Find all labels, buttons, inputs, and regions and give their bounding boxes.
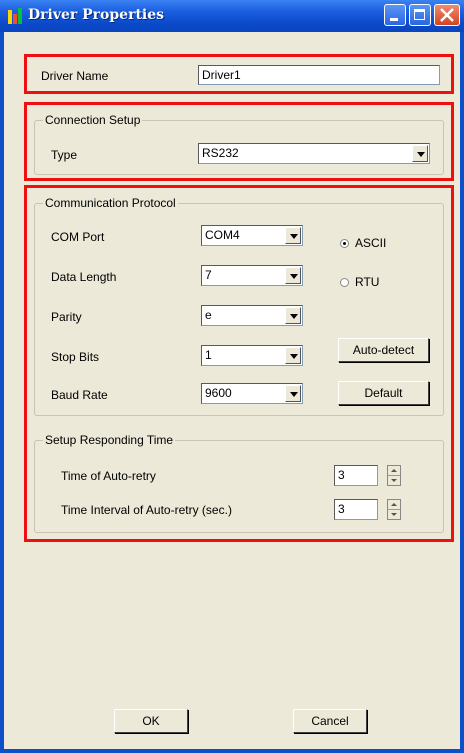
chevron-down-icon[interactable]	[285, 227, 301, 244]
chevron-down-icon[interactable]	[285, 267, 301, 284]
mode-rtu-radio[interactable]: RTU	[340, 275, 379, 289]
spin-down-icon[interactable]	[388, 476, 400, 485]
title-bar[interactable]: Driver Properties	[0, 0, 464, 32]
retry-interval-label: Time Interval of Auto-retry (sec.)	[61, 503, 232, 517]
close-button[interactable]	[434, 4, 460, 26]
baud-rate-label: Baud Rate	[51, 388, 108, 402]
cancel-button[interactable]: Cancel	[293, 709, 367, 733]
communication-section: Communication Protocol COM Port COM4 Dat…	[24, 185, 454, 542]
spin-up-icon[interactable]	[388, 500, 400, 510]
responding-time-legend: Setup Responding Time	[43, 433, 176, 447]
mode-ascii-label: ASCII	[355, 236, 387, 250]
maximize-button[interactable]	[409, 4, 431, 26]
retry-interval-input[interactable]: 3	[334, 499, 378, 520]
driver-properties-window: Driver Properties Driver Name Driver1 Co…	[0, 0, 464, 753]
driver-name-input[interactable]: Driver1	[198, 65, 440, 85]
retry-interval-spinner[interactable]	[387, 499, 401, 520]
data-length-label: Data Length	[51, 270, 117, 284]
mode-rtu-label: RTU	[355, 275, 380, 289]
connection-setup-legend: Connection Setup	[43, 113, 143, 127]
com-port-select[interactable]: COM4	[201, 225, 303, 246]
spin-down-icon[interactable]	[388, 510, 400, 519]
parity-label: Parity	[51, 310, 82, 324]
ok-button[interactable]: OK	[114, 709, 188, 733]
window-title: Driver Properties	[28, 7, 165, 23]
driver-name-label: Driver Name	[41, 69, 109, 83]
type-label: Type	[51, 148, 78, 162]
auto-retry-label: Time of Auto-retry	[61, 469, 156, 483]
chevron-down-icon[interactable]	[285, 307, 301, 324]
driver-name-section: Driver Name Driver1	[24, 54, 454, 94]
minimize-button[interactable]	[384, 4, 406, 26]
chevron-down-icon[interactable]	[285, 347, 301, 364]
default-button[interactable]: Default	[338, 381, 429, 405]
minimize-icon	[390, 18, 398, 21]
maximize-icon	[414, 9, 425, 20]
connection-setup-section: Connection Setup Type RS232	[24, 102, 454, 181]
stop-bits-label: Stop Bits	[51, 350, 100, 364]
parity-select[interactable]: e	[201, 305, 303, 326]
mode-ascii-radio[interactable]: ASCII	[340, 236, 386, 250]
chevron-down-icon[interactable]	[285, 385, 301, 402]
radio-unselected-icon	[340, 278, 349, 287]
com-port-label: COM Port	[51, 230, 105, 244]
stop-bits-select[interactable]: 1	[201, 345, 303, 366]
radio-selected-icon	[340, 239, 349, 248]
spin-up-icon[interactable]	[388, 466, 400, 476]
chevron-down-icon[interactable]	[412, 145, 428, 162]
responding-time-group: Setup Responding Time	[34, 433, 444, 533]
dialog-body: Driver Name Driver1 Connection Setup Typ…	[4, 32, 460, 749]
com-port-value: COM4	[205, 228, 240, 242]
auto-detect-button[interactable]: Auto-detect	[338, 338, 429, 362]
auto-retry-spinner[interactable]	[387, 465, 401, 486]
data-length-value: 7	[205, 268, 212, 282]
close-icon	[440, 8, 454, 22]
baud-rate-select[interactable]: 9600	[201, 383, 303, 404]
parity-value: e	[205, 308, 212, 322]
communication-protocol-legend: Communication Protocol	[43, 196, 178, 210]
type-select-value: RS232	[202, 146, 239, 160]
auto-retry-input[interactable]: 3	[334, 465, 378, 486]
data-length-select[interactable]: 7	[201, 265, 303, 286]
baud-rate-value: 9600	[205, 386, 232, 400]
type-select[interactable]: RS232	[198, 143, 430, 164]
stop-bits-value: 1	[205, 348, 212, 362]
app-icon	[8, 8, 26, 24]
